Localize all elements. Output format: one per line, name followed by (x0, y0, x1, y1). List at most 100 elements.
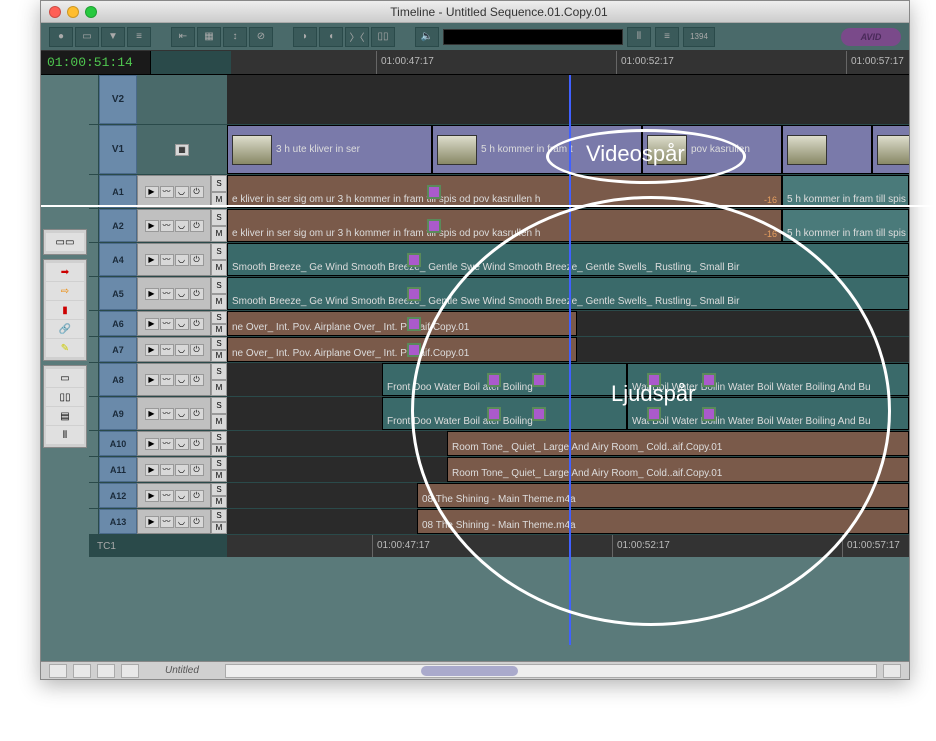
video-clip[interactable]: 3 h ute kliver in ser (227, 125, 432, 174)
track-selector[interactable] (89, 75, 99, 124)
top-ruler[interactable]: 01:00:47:17 01:00:52:17 01:00:57:17 (231, 51, 909, 74)
track-content-v2[interactable] (227, 75, 909, 124)
waveform-icon[interactable]: ▶ (145, 186, 159, 198)
stat-btn[interactable] (73, 664, 91, 678)
keyframe-icon[interactable] (647, 373, 661, 387)
audio-clip[interactable]: ne Over_ Int. Pov. Airplane Over_ Int. P… (227, 337, 577, 362)
keyframe-icon[interactable] (702, 407, 716, 421)
keyframe-icon[interactable] (427, 219, 441, 233)
track-label-a10[interactable]: A10 (99, 431, 137, 456)
video-clip[interactable] (782, 125, 872, 174)
pause-button[interactable]: ▯▯ (371, 27, 395, 47)
tool-marker-icon[interactable]: ✎ (46, 339, 84, 357)
film-button[interactable]: ▦ (197, 27, 221, 47)
track-label-a7[interactable]: A7 (99, 337, 137, 362)
track-label-a13[interactable]: A13 (99, 509, 137, 534)
audio-clip[interactable]: Room Tone_ Quiet_ Large And Airy Room_ C… (447, 431, 909, 456)
tool-view4-icon[interactable]: ⫴ (46, 426, 84, 444)
audio-clip[interactable]: Front Doo Water Boil ater Boiling (382, 397, 627, 430)
dropdown-button[interactable]: ▼ (101, 27, 125, 47)
audio-clip[interactable]: Smooth Breeze_ Ge Wind Smooth Breeze_ Ge… (227, 243, 909, 276)
keyframe-icon[interactable] (407, 287, 421, 301)
track-label-v1[interactable]: V1 (99, 125, 137, 174)
track-selector[interactable] (89, 125, 99, 174)
view-button[interactable]: ▭ (75, 27, 99, 47)
minimize-icon[interactable] (67, 6, 79, 18)
out-button[interactable]: 〉〈 (345, 27, 369, 47)
power-icon[interactable]: ⏻ (190, 186, 204, 198)
pan-icon[interactable]: ◡ (175, 220, 189, 232)
audio-clip[interactable]: e kliver in ser sig om ur 3 h kommer in … (227, 209, 782, 242)
list-button[interactable]: ≡ (655, 27, 679, 47)
speaker-icon[interactable]: 🔈 (415, 27, 439, 47)
mute-button[interactable]: M (211, 192, 227, 209)
track-label-a1[interactable]: A1 (99, 175, 137, 208)
track-content-a1[interactable]: e kliver in ser sig om ur 3 h kommer in … (227, 175, 909, 208)
keyframe-icon[interactable] (702, 373, 716, 387)
audio-clip[interactable]: 08 The Shining - Main Theme.m4a (417, 483, 909, 508)
keyframe-icon[interactable] (532, 407, 546, 421)
stat-btn[interactable] (97, 664, 115, 678)
clear-button[interactable]: ⊘ (249, 27, 273, 47)
video-clip[interactable]: 5 h kommer in fram t (432, 125, 642, 174)
audio-clip[interactable]: Wat Boil Water Boilin Water Boil Water B… (627, 397, 909, 430)
audio-clip[interactable]: 08 The Shining - Main Theme.m4a (417, 509, 909, 534)
keyframe-icon[interactable] (532, 373, 546, 387)
out-left-button[interactable]: ◖ (319, 27, 343, 47)
audio-clip[interactable]: 5 h kommer in fram till spis oc (782, 175, 909, 208)
tool-view3-icon[interactable]: ▤ (46, 407, 84, 425)
scroll-thumb[interactable] (421, 666, 519, 676)
track-label-a5[interactable]: A5 (99, 277, 137, 310)
track-label-a9[interactable]: A9 (99, 397, 137, 430)
track-label-a11[interactable]: A11 (99, 457, 137, 482)
stat-btn[interactable] (49, 664, 67, 678)
horizontal-scrollbar[interactable] (225, 664, 877, 678)
menu-button[interactable]: ≡ (127, 27, 151, 47)
video-clip[interactable]: 5 h kommer (872, 125, 909, 174)
audio-clip[interactable]: 5 h kommer in fram till spis oc (782, 209, 909, 242)
tool-segments-icon[interactable]: ▭▭ (46, 233, 84, 251)
track-label-a4[interactable]: A4 (99, 243, 137, 276)
stat-btn[interactable] (121, 664, 139, 678)
track-label-a12[interactable]: A12 (99, 483, 137, 508)
track-selector[interactable] (89, 209, 99, 242)
audio-clip[interactable]: Smooth Breeze_ Ge Wind Smooth Breeze_ Ge… (227, 277, 909, 310)
audio-clip[interactable]: Room Tone_ Quiet_ Large And Airy Room_ C… (447, 457, 909, 482)
tool-view1-icon[interactable]: ▭ (46, 369, 84, 387)
pan-icon[interactable]: ◡ (175, 186, 189, 198)
levels-button[interactable]: ⦀ (627, 27, 651, 47)
track-selector[interactable] (89, 243, 99, 276)
tool-record-icon[interactable]: ▮ (46, 301, 84, 319)
keyframe-icon[interactable] (487, 373, 501, 387)
level-icon[interactable]: 〰 (160, 186, 174, 198)
current-timecode[interactable]: 01:00:51:14 (41, 51, 151, 74)
waveform-icon[interactable]: ▶ (145, 220, 159, 232)
scroll-right-button[interactable] (883, 664, 901, 678)
sequence-tab[interactable]: Untitled (145, 665, 219, 676)
keyframe-icon[interactable] (487, 407, 501, 421)
track-label-a2[interactable]: A2 (99, 209, 137, 242)
track-selector[interactable] (89, 175, 99, 208)
power-icon[interactable]: ⏻ (190, 220, 204, 232)
track-label-a8[interactable]: A8 (99, 363, 137, 396)
keyframe-icon[interactable] (647, 407, 661, 421)
audio-clip[interactable]: e kliver in ser sig om ur 3 h kommer in … (227, 175, 782, 208)
tool-link-icon[interactable]: 🔗 (46, 320, 84, 338)
audio-clip[interactable]: Wat Boil Water Boilin Water Boil Water B… (627, 363, 909, 396)
keyframe-icon[interactable] (407, 343, 421, 357)
mark-button[interactable]: ↕ (223, 27, 247, 47)
record-button[interactable]: ● (49, 27, 73, 47)
audio-clip[interactable]: Front Doo Water Boil ater Boiling (382, 363, 627, 396)
film-icon[interactable]: ▦ (175, 144, 189, 156)
track-label-v2[interactable]: V2 (99, 75, 137, 124)
solo-button[interactable]: S (211, 175, 227, 192)
keyframe-icon[interactable] (427, 185, 441, 199)
track-label-a6[interactable]: A6 (99, 311, 137, 336)
keyframe-icon[interactable] (407, 317, 421, 331)
keyframe-icon[interactable] (407, 253, 421, 267)
track-content-a4[interactable]: Smooth Breeze_ Ge Wind Smooth Breeze_ Ge… (227, 243, 909, 276)
tool-arrow-orange-icon[interactable]: ⇨ (46, 282, 84, 300)
close-icon[interactable] (49, 6, 61, 18)
tool-arrow-red-icon[interactable]: ➡ (46, 263, 84, 281)
track-content-v1[interactable]: 3 h ute kliver in ser 5 h kommer in fram… (227, 125, 909, 174)
